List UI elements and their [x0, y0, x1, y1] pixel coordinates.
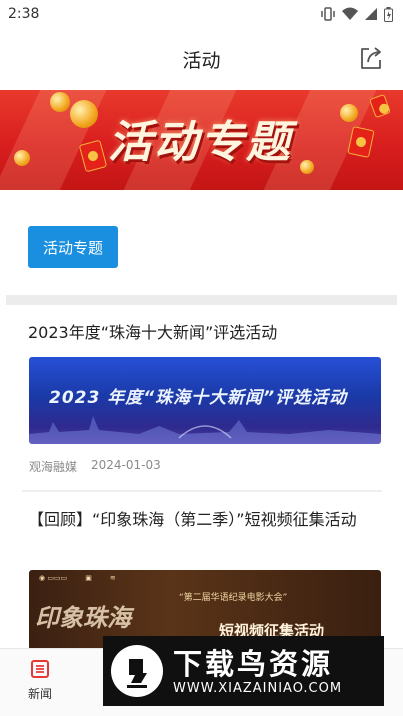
thumbnail-caption: “第二届华语纪录电影大会”: [179, 593, 288, 603]
list-item[interactable]: 【回顾】“印象珠海（第二季）”短视频征集活动 ◉ ▭▭▭ ▣ ≋ “第二届华语纪…: [0, 505, 403, 650]
coin-decoration: [50, 92, 70, 112]
topic-button[interactable]: 活动专题: [28, 226, 118, 268]
vibrate-icon: [321, 7, 335, 21]
news-icon: [31, 660, 49, 678]
article-source: 观海融媒: [29, 460, 78, 474]
article-title: 【回顾】“印象珠海（第二季）”短视频征集活动: [28, 510, 357, 529]
logo-icon: ▣: [85, 574, 92, 582]
thumbnail-logos: ◉ ▭▭▭ ▣ ≋: [39, 574, 116, 582]
article-meta: 观海融媒 2024-01-03: [29, 458, 161, 475]
tab-label: 新闻: [27, 687, 52, 701]
red-envelope-decoration: [347, 126, 375, 158]
banner-title: 活动专题: [108, 117, 292, 168]
nav-bar: 活动: [0, 28, 403, 90]
thumbnail-title: 印象珠海: [35, 604, 131, 632]
watermark-url: WWW.XIAZAINIAO.COM: [173, 680, 343, 696]
status-bar: 2:38: [0, 0, 403, 28]
bird-icon: [127, 659, 147, 688]
status-icons: [320, 6, 393, 22]
item-divider: [22, 490, 382, 492]
logo-icon: ≋: [109, 574, 116, 582]
watermark-overlay: 下载鸟资源 WWW.XIAZAINIAO.COM: [103, 636, 384, 706]
signal-icon: [365, 8, 377, 20]
topic-banner: 活动专题: [0, 90, 403, 190]
article-date: 2024-01-03: [91, 458, 161, 472]
status-time: 2:38: [8, 6, 40, 22]
article-thumbnail: 2023 年度“珠海十大新闻”评选活动: [29, 357, 381, 444]
share-button[interactable]: [357, 44, 385, 72]
coin-decoration: [300, 160, 314, 174]
article-title: 2023年度“珠海十大新闻”评选活动: [28, 323, 278, 342]
coin-decoration: [340, 104, 358, 122]
red-envelope-decoration: [78, 139, 108, 173]
bird-logo-icon: [111, 645, 163, 697]
section-divider: [6, 295, 397, 305]
wifi-icon: [342, 7, 358, 20]
battery-icon: [384, 6, 393, 22]
share-icon: [361, 47, 381, 69]
tab-news[interactable]: 新闻: [16, 659, 64, 702]
page-title: 活动: [182, 49, 221, 72]
coin-decoration: [14, 150, 30, 166]
logo-icon: ◉ ▭▭▭: [39, 574, 68, 582]
skyline-graphic: [29, 416, 381, 444]
watermark-title: 下载鸟资源: [173, 646, 334, 681]
list-item[interactable]: 2023年度“珠海十大新闻”评选活动 2023 年度“珠海十大新闻”评选活动 观…: [0, 316, 403, 492]
red-envelope-decoration: [369, 93, 391, 119]
coin-decoration: [70, 100, 98, 128]
